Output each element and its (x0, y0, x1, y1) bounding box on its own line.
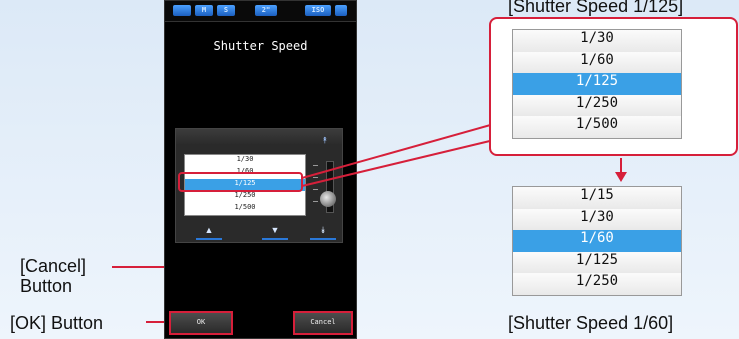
list-item[interactable]: 1/30 (185, 155, 305, 167)
ok-button-caption: [OK] Button (10, 313, 104, 333)
slider-tick (313, 201, 318, 202)
zoom-row: 1/15 (513, 187, 681, 209)
status-pill-6 (335, 5, 347, 16)
scroll-up-button[interactable]: ▲ (194, 223, 224, 240)
screen-title: Shutter Speed (213, 39, 308, 53)
status-pill-4: 2" (255, 5, 277, 16)
page-down-button[interactable]: ⯯ (308, 223, 338, 240)
zoom-row-selected: 1/125 (513, 73, 681, 95)
cancel-button-label: Cancel (310, 318, 336, 326)
caption-after: [Shutter Speed 1/60] (508, 313, 674, 333)
zoom-list-before: 1/30 1/60 1/125 1/250 1/500 (512, 29, 682, 139)
cancel-button[interactable]: Cancel (293, 311, 353, 335)
zoom-row-selected: 1/60 (513, 230, 681, 252)
zoom-row: 1/500 (513, 116, 681, 138)
scroll-down-button[interactable]: ▼ (260, 223, 290, 240)
down-arrow-icon (615, 172, 627, 182)
list-item[interactable]: 1/500 (185, 203, 305, 215)
status-bar: M S 2" ISO (165, 1, 356, 22)
ok-button[interactable]: OK (169, 311, 233, 335)
caption-before: [Shutter Speed 1/125] (508, 0, 684, 16)
zoom-row: 1/60 (513, 51, 681, 73)
zoom-row: 1/125 (513, 251, 681, 273)
status-pill-2: M (195, 5, 213, 16)
zoom-row: 1/250 (513, 94, 681, 116)
zoom-list-after: 1/15 1/30 1/60 1/125 1/250 (512, 186, 682, 296)
scroll-knob[interactable] (320, 191, 336, 207)
zoom-row: 1/250 (513, 273, 681, 295)
zoom-row: 1/30 (513, 30, 681, 52)
callout-connector (301, 123, 495, 187)
status-pill-5: ISO (305, 5, 331, 16)
selection-highlight (178, 172, 303, 192)
ok-button-label: OK (196, 318, 206, 326)
status-pill-1 (173, 5, 191, 16)
ok-leader (146, 321, 164, 323)
status-pill-3: S (217, 5, 235, 16)
list-item[interactable]: 1/250 (185, 191, 305, 203)
cancel-button-caption: [Cancel] Button (20, 256, 87, 296)
zoom-row: 1/30 (513, 208, 681, 230)
